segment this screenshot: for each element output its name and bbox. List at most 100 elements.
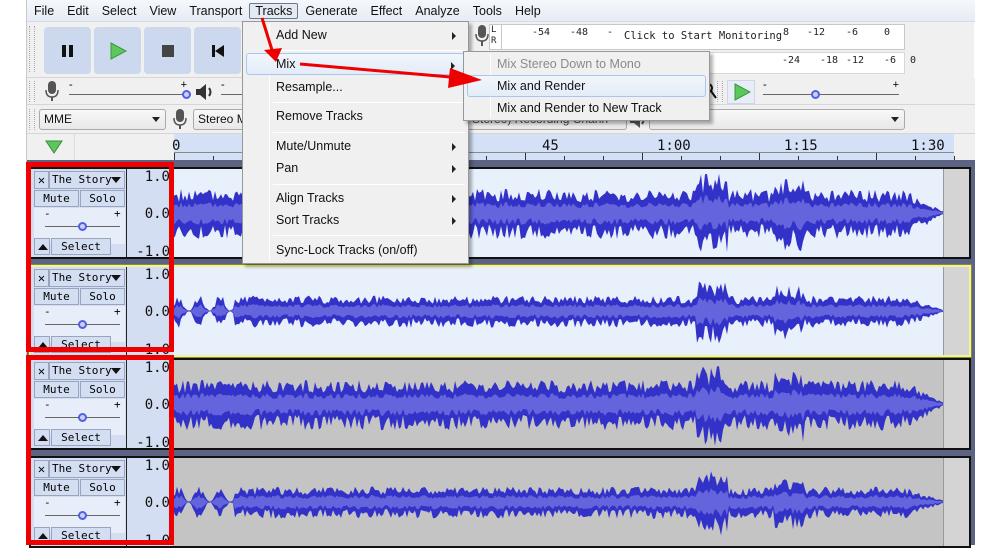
mute-button[interactable]: Mute xyxy=(34,479,79,496)
audio-track[interactable]: ✕ The Story Mute Solo - + Select 1.0 0.0… xyxy=(29,358,971,451)
menu-item-mix-and-render-to-new-track[interactable]: Mix and Render to New Track xyxy=(467,97,706,119)
menu-item-sort-tracks[interactable]: Sort Tracks xyxy=(246,209,465,231)
mix-submenu: Mix Stereo Down to Mono Mix and Render M… xyxy=(463,51,710,121)
menu-help[interactable]: Help xyxy=(509,3,547,19)
waveform-display[interactable] xyxy=(173,267,943,355)
select-track-button[interactable]: Select xyxy=(51,238,111,255)
waveform-display[interactable] xyxy=(173,458,943,546)
solo-button[interactable]: Solo xyxy=(80,190,125,207)
click-to-start-monitoring[interactable]: Click to Start Monitoring xyxy=(622,30,785,42)
menu-select[interactable]: Select xyxy=(96,3,143,19)
skip-to-start-button[interactable] xyxy=(194,27,241,74)
mute-button[interactable]: Mute xyxy=(34,381,79,398)
play-at-speed-slider[interactable]: - + xyxy=(761,79,901,102)
microphone-icon xyxy=(45,81,59,101)
menu-item-sync-lock-tracks[interactable]: Sync-Lock Tracks (on/off) xyxy=(246,239,465,261)
menu-item-mute-unmute[interactable]: Mute/Unmute xyxy=(246,135,465,157)
menu-item-resample[interactable]: Resample... xyxy=(246,76,465,98)
menu-generate[interactable]: Generate xyxy=(299,3,363,19)
menu-tracks[interactable]: Tracks xyxy=(249,2,299,19)
collapse-track-button[interactable] xyxy=(34,527,50,544)
solo-button[interactable]: Solo xyxy=(80,479,125,496)
menu-transport[interactable]: Transport xyxy=(183,3,248,19)
close-track-button[interactable]: ✕ xyxy=(34,269,49,287)
meter-tick: 8 xyxy=(783,27,790,38)
record-volume-slider[interactable]: - + xyxy=(67,79,191,102)
submenu-arrow-icon xyxy=(452,143,456,151)
collapse-track-button[interactable] xyxy=(34,238,50,255)
select-track-button[interactable]: Select xyxy=(51,336,111,353)
chevron-down-icon xyxy=(111,275,121,281)
toolbar-grip[interactable] xyxy=(717,81,723,102)
close-track-button[interactable]: ✕ xyxy=(34,171,49,189)
close-track-button[interactable]: ✕ xyxy=(34,362,49,380)
track-name-menu[interactable]: The Story xyxy=(49,362,125,380)
stop-button[interactable] xyxy=(144,27,191,74)
collapse-track-button[interactable] xyxy=(34,429,50,446)
track-name-menu[interactable]: The Story xyxy=(49,269,125,287)
track-name-menu[interactable]: The Story xyxy=(49,460,125,478)
play-icon xyxy=(734,83,751,101)
timeline-ruler[interactable]: 0 45 1:00 1:15 1:30 xyxy=(27,134,975,160)
meter-tick: 0 xyxy=(910,55,917,66)
vertical-amplitude-ruler: 1.0 0.0 -1.0 xyxy=(127,458,173,549)
menu-item-pan[interactable]: Pan xyxy=(246,157,465,179)
record-meter[interactable]: L R -54 -48 - Click to Start Monitoring … xyxy=(489,24,905,50)
menu-edit[interactable]: Edit xyxy=(61,3,95,19)
audio-track[interactable]: ✕ The Story Mute Solo - + Select 1.0 0.0… xyxy=(28,264,972,358)
menu-separator xyxy=(273,132,465,133)
toolbar-grip[interactable] xyxy=(29,26,35,72)
slider-max-label: + xyxy=(114,305,121,318)
menu-effect[interactable]: Effect xyxy=(365,3,409,19)
slider-thumb[interactable] xyxy=(811,90,820,99)
select-track-button[interactable]: Select xyxy=(51,527,111,544)
scale-label-top: 1.0 xyxy=(144,458,170,474)
collapse-track-button[interactable] xyxy=(34,336,50,353)
menu-file[interactable]: File xyxy=(28,3,60,19)
toolbar-grip[interactable] xyxy=(29,81,35,102)
slider-thumb[interactable] xyxy=(77,511,87,520)
slider-thumb[interactable] xyxy=(77,320,87,329)
mute-button[interactable]: Mute xyxy=(34,288,79,305)
slider-thumb[interactable] xyxy=(182,90,191,99)
play-icon xyxy=(110,41,127,60)
select-track-button[interactable]: Select xyxy=(51,429,111,446)
menu-item-label: Mix and Render xyxy=(497,79,586,93)
pin-button[interactable] xyxy=(35,134,75,160)
mute-button[interactable]: Mute xyxy=(34,190,79,207)
slider-min-label: - xyxy=(763,79,767,91)
slider-thumb[interactable] xyxy=(77,413,87,422)
play-at-speed-button[interactable] xyxy=(727,80,755,104)
menu-item-add-new[interactable]: Add New xyxy=(246,24,465,46)
microphone-icon xyxy=(475,25,489,46)
solo-button[interactable]: Solo xyxy=(80,381,125,398)
close-track-button[interactable]: ✕ xyxy=(34,460,49,478)
menu-view[interactable]: View xyxy=(143,3,182,19)
audio-track[interactable]: ✕ The Story Mute Solo - + Select 1.0 0.0… xyxy=(29,456,971,549)
scale-label-top: 1.0 xyxy=(144,267,170,283)
menu-item-remove-tracks[interactable]: Remove Tracks xyxy=(246,105,465,127)
menu-item-mix-stereo-down-to-mono[interactable]: Mix Stereo Down to Mono xyxy=(467,53,706,75)
audio-track[interactable]: ✕ The Story Mute Solo - + Select 1.0 0.0… xyxy=(29,167,971,260)
chevron-down-icon xyxy=(111,177,121,183)
tracks-menu: Add New Mix Resample... Remove Tracks Mu… xyxy=(242,21,469,264)
slider-thumb[interactable] xyxy=(77,222,87,231)
menu-item-mix-and-render[interactable]: Mix and Render xyxy=(467,75,706,97)
audio-host-select[interactable]: MME xyxy=(39,109,166,130)
pause-button[interactable] xyxy=(44,27,91,74)
menu-analyze[interactable]: Analyze xyxy=(409,3,465,19)
play-button[interactable] xyxy=(94,27,141,74)
track-name-menu[interactable]: The Story xyxy=(49,171,125,189)
menu-item-align-tracks[interactable]: Align Tracks xyxy=(246,187,465,209)
menu-item-mix[interactable]: Mix xyxy=(246,53,465,75)
waveform-display[interactable] xyxy=(173,360,943,448)
menu-tools[interactable]: Tools xyxy=(467,3,508,19)
toolbar-grip[interactable] xyxy=(29,109,35,130)
solo-button[interactable]: Solo xyxy=(80,288,125,305)
menu-item-label: Mute/Unmute xyxy=(276,139,352,153)
menu-bar: File Edit Select View Transport Tracks G… xyxy=(27,0,975,22)
channel-r-label: R xyxy=(491,36,497,46)
menu-item-label: Sync-Lock Tracks (on/off) xyxy=(276,243,418,257)
slider-min-label: - xyxy=(221,79,225,91)
menu-item-label: Add New xyxy=(276,28,327,42)
